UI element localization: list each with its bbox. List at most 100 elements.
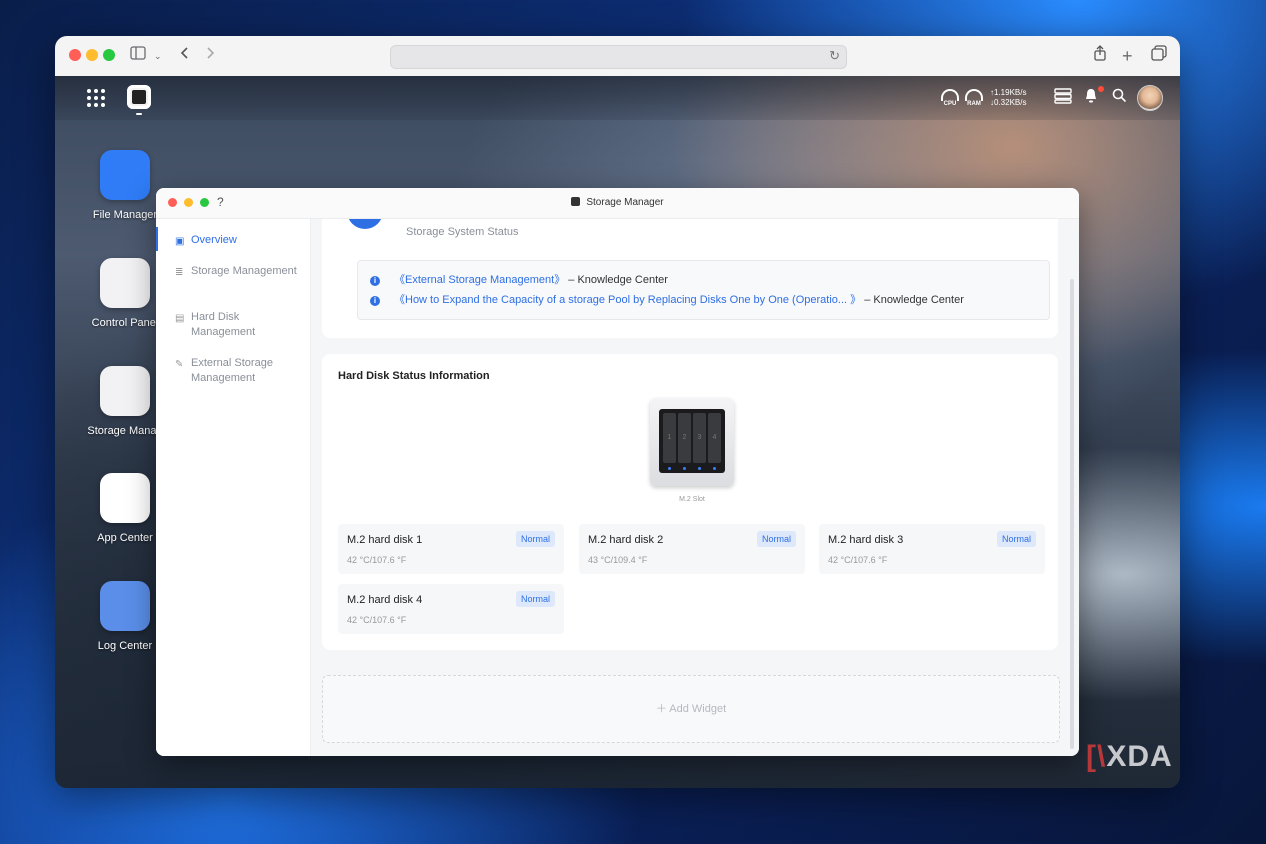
disk-bay[interactable]: 4	[708, 413, 721, 463]
nas-desktop: CPU RAM ↑1.19KB/s ↓0.32KB/s File Manager…	[55, 76, 1180, 788]
close-window-button[interactable]	[69, 49, 81, 61]
status-shield-icon	[347, 219, 383, 229]
kc-link[interactable]: 《External Storage Management》	[394, 274, 565, 286]
new-tab-icon[interactable]: +	[1122, 45, 1133, 67]
disk-name: M.2 hard disk 1	[347, 534, 423, 546]
plus-icon: ＋	[655, 703, 667, 715]
kc-link[interactable]: 《How to Expand the Capacity of a storage…	[394, 294, 861, 306]
disk-card[interactable]: M.2 hard disk 3 42 °C/107.6 °F Normal	[819, 524, 1045, 574]
upload-speed: ↑1.19KB/s	[990, 88, 1027, 97]
sidebar-item-label: Storage Management	[191, 265, 297, 277]
search-icon[interactable]	[1112, 88, 1127, 109]
kc-source: – Knowledge Center	[864, 294, 964, 306]
disk-card[interactable]: M.2 hard disk 4 42 °C/107.6 °F Normal	[338, 584, 564, 634]
sidebar-item-label: External Storage Management	[191, 357, 273, 384]
app-grid-icon[interactable]	[87, 89, 105, 107]
bay-led	[713, 467, 716, 470]
avatar[interactable]	[1137, 85, 1163, 111]
window-title-text: Storage Manager	[586, 197, 664, 208]
window-titlebar: ? Storage Manager	[156, 188, 1079, 219]
sidebar-item-label: Overview	[191, 234, 237, 246]
network-speed: ↑1.19KB/s ↓0.32KB/s	[990, 88, 1026, 108]
cpu-label: CPU	[943, 101, 957, 107]
disk-bay[interactable]: 2	[678, 413, 691, 463]
running-indicator	[136, 113, 142, 115]
bell-icon[interactable]	[1084, 88, 1098, 110]
kc-source: – Knowledge Center	[568, 274, 668, 286]
disk-array-icon	[100, 366, 150, 416]
device-label: M.2 Slot	[679, 496, 705, 503]
knowledge-center-box: i 《External Storage Management》 – Knowled…	[357, 260, 1050, 320]
back-button[interactable]	[179, 45, 189, 67]
disk-temperature: 42 °C/107.6 °F	[347, 555, 407, 565]
hard-disk-icon: ▤	[175, 313, 185, 324]
log-icon	[100, 581, 150, 631]
browser-window: ⌄ ↻ + CPU RAM ↑1.19KB/s ↓0.32KB/s File M…	[55, 36, 1180, 788]
storage-manager-taskbar-icon[interactable]	[127, 85, 151, 109]
info-icon: i	[370, 296, 380, 306]
add-widget-label: Add Widget	[669, 703, 727, 715]
cpu-gauge-icon[interactable]: CPU	[941, 89, 959, 107]
add-widget-button[interactable]: ＋ Add Widget	[322, 675, 1060, 743]
chevron-down-icon[interactable]: ⌄	[154, 45, 162, 67]
maximize-window-button[interactable]	[103, 49, 115, 61]
folder-icon	[100, 150, 150, 200]
section-title: Hard Disk Status Information	[338, 370, 490, 382]
external-storage-icon: ✎	[175, 359, 184, 370]
minimize-window-button[interactable]	[86, 49, 98, 61]
disk-bay[interactable]: 1	[663, 413, 676, 463]
disk-temperature: 42 °C/107.6 °F	[347, 615, 407, 625]
storage-manager-icon	[571, 197, 581, 206]
disk-bay[interactable]: 3	[693, 413, 706, 463]
storage-manager-window: ? Storage Manager ▣ Overview ≣ Storage M…	[156, 188, 1079, 756]
share-icon[interactable]	[1093, 45, 1107, 68]
status-badge: Normal	[515, 531, 555, 547]
status-badge: Normal	[515, 591, 555, 607]
bay-led	[683, 467, 686, 470]
tab-overview-icon[interactable]	[1151, 45, 1167, 68]
notification-badge	[1098, 86, 1104, 92]
address-bar[interactable]: ↻	[390, 45, 847, 69]
disk-name: M.2 hard disk 3	[828, 534, 904, 546]
app-center-icon	[100, 473, 150, 523]
forward-button[interactable]	[206, 45, 216, 67]
overview-icon: ▣	[175, 236, 185, 247]
disk-card[interactable]: M.2 hard disk 2 43 °C/109.4 °F Normal	[579, 524, 805, 574]
nas-device-image: 1 2 3 4	[650, 398, 734, 486]
sidebar-toggle-icon[interactable]	[130, 45, 146, 67]
kc-link-row: i 《How to Expand the Capacity of a storag…	[370, 293, 964, 307]
server-status-icon[interactable]	[1054, 88, 1072, 110]
disk-name: M.2 hard disk 2	[588, 534, 664, 546]
xda-logo-icon: [\	[1086, 740, 1107, 773]
disk-name: M.2 hard disk 4	[347, 594, 423, 606]
scrollbar[interactable]	[1070, 279, 1074, 749]
watermark-text: XDA	[1106, 740, 1173, 773]
reload-icon[interactable]: ↻	[829, 48, 840, 64]
storage-icon: ≣	[175, 267, 184, 278]
info-icon: i	[370, 276, 380, 286]
watermark: [\XDA	[1086, 740, 1173, 774]
download-speed: ↓0.32KB/s	[990, 98, 1027, 107]
disk-card[interactable]: M.2 hard disk 1 42 °C/107.6 °F Normal	[338, 524, 564, 574]
storage-status-card: Storage System Status i 《External Storage…	[322, 219, 1058, 338]
sliders-icon	[100, 258, 150, 308]
hard-disk-status-card: Hard Disk Status Information 1 2 3 4 M.2…	[322, 354, 1058, 650]
nas-bays: 1 2 3 4	[659, 409, 725, 473]
active-indicator	[156, 227, 158, 251]
disk-temperature: 42 °C/107.6 °F	[828, 555, 888, 565]
bay-led	[668, 467, 671, 470]
bay-led	[698, 467, 701, 470]
browser-toolbar: ⌄ ↻ +	[55, 36, 1180, 77]
desktop-top-bar: CPU RAM ↑1.19KB/s ↓0.32KB/s	[55, 76, 1180, 120]
status-badge: Normal	[996, 531, 1036, 547]
ram-label: RAM	[967, 101, 981, 107]
main-content: Storage System Status i 《External Storage…	[311, 219, 1079, 756]
status-badge: Normal	[756, 531, 796, 547]
sidebar-item-label: Hard Disk Management	[191, 311, 256, 338]
window-title: Storage Manager	[156, 197, 1079, 208]
disk-temperature: 43 °C/109.4 °F	[588, 555, 648, 565]
ram-gauge-icon[interactable]: RAM	[965, 89, 983, 107]
status-label: Storage System Status	[406, 226, 519, 238]
sidebar: ▣ Overview ≣ Storage Management ▤ Hard D…	[156, 219, 311, 756]
kc-link-row: i 《External Storage Management》 – Knowled…	[370, 273, 668, 287]
